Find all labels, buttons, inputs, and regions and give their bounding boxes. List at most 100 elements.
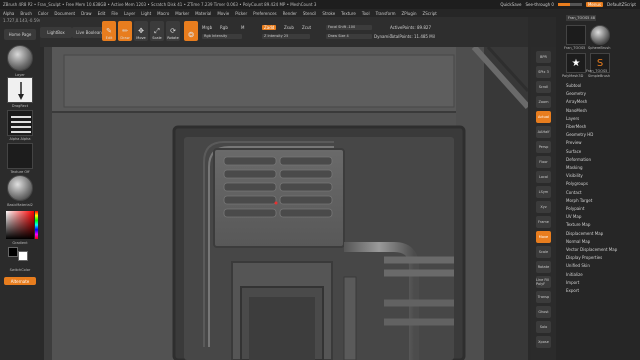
- primary-color-swatch[interactable]: [8, 247, 18, 257]
- view-tool-xpose[interactable]: Xpose: [536, 336, 551, 348]
- subpalette-surface[interactable]: Surface: [566, 149, 581, 154]
- seethrough-slider[interactable]: [557, 3, 582, 6]
- subpalette-subtool[interactable]: Subtool: [566, 83, 581, 88]
- subpalette-import[interactable]: Import: [566, 280, 579, 285]
- menu-color[interactable]: Color: [38, 11, 48, 16]
- menu-stencil[interactable]: Stencil: [303, 11, 317, 16]
- view-tool-scroll[interactable]: Scroll: [536, 81, 551, 93]
- view-tool-rotate[interactable]: Rotate: [536, 261, 551, 273]
- view-tool-local[interactable]: Local: [536, 171, 551, 183]
- menu-movie[interactable]: Movie: [217, 11, 229, 16]
- rgb-toggle[interactable]: Rgb: [220, 25, 228, 30]
- subpalette-unified-skin[interactable]: Unified Skin: [566, 263, 590, 268]
- menu-alpha[interactable]: Alpha: [3, 11, 14, 16]
- menu-material[interactable]: Material: [195, 11, 211, 16]
- subpalette-polygroups[interactable]: Polygroups: [566, 181, 588, 186]
- menu-transform[interactable]: Transform: [376, 11, 396, 16]
- menu-brush[interactable]: Brush: [20, 11, 32, 16]
- z-intensity-slider[interactable]: Z Intensity 25: [262, 34, 310, 39]
- texture-thumbnail[interactable]: [7, 143, 33, 169]
- quicksave-button[interactable]: QuickSave: [500, 2, 521, 7]
- menu-zplugin[interactable]: ZPlugin: [402, 11, 417, 16]
- draw-size-slider[interactable]: Draw Size 4: [326, 34, 372, 39]
- dynamic-toggle[interactable]: Dynamic: [374, 34, 392, 39]
- view-tool-frame[interactable]: Frame: [536, 216, 551, 228]
- subpalette-initialize[interactable]: Initialize: [566, 272, 583, 277]
- menu-light[interactable]: Light: [141, 11, 151, 16]
- gizmo-button[interactable]: ❂: [184, 21, 198, 41]
- view-tool-xyz[interactable]: Xyz: [536, 201, 551, 213]
- view-tool-actual[interactable]: Actual: [536, 111, 551, 123]
- subpalette-fibermesh[interactable]: FiberMesh: [566, 124, 586, 129]
- menu-edit[interactable]: Edit: [98, 11, 106, 16]
- switch-color-button[interactable]: SwitchColor: [2, 268, 38, 272]
- view-tool-move[interactable]: Move: [536, 231, 551, 243]
- subpalette-preview[interactable]: Preview: [566, 140, 582, 145]
- live-boolean-button[interactable]: Live Boolean: [72, 27, 106, 38]
- view-tool-scale[interactable]: Scale: [536, 246, 551, 258]
- view-tool-floor[interactable]: Floor: [536, 156, 551, 168]
- subpalette-visibility[interactable]: Visibility: [566, 173, 583, 178]
- zcut-toggle[interactable]: Zcut: [302, 25, 311, 30]
- subpalette-nanomesh[interactable]: NanoMesh: [566, 108, 587, 113]
- subpalette-geometry[interactable]: Geometry: [566, 91, 586, 96]
- home-page-button[interactable]: Home Page: [4, 29, 36, 40]
- subpalette-arraymesh[interactable]: ArrayMesh: [566, 99, 587, 104]
- current-tool-thumbnail[interactable]: [566, 25, 586, 45]
- subpalette-display-properties[interactable]: Display Properties: [566, 255, 602, 260]
- menu-picker[interactable]: Picker: [235, 11, 247, 16]
- tool-name-field[interactable]: Fran_TOOS5 48: [566, 15, 596, 21]
- default-zscript-button[interactable]: DefaultZScript: [607, 2, 636, 7]
- hue-slider[interactable]: [35, 211, 38, 239]
- alternate-button[interactable]: Alternate: [4, 277, 36, 285]
- menus-button[interactable]: Menus: [585, 2, 604, 7]
- subpalette-masking[interactable]: Masking: [566, 165, 583, 170]
- menu-macro[interactable]: Macro: [157, 11, 169, 16]
- brush-thumbnail[interactable]: [7, 45, 33, 71]
- alpha-thumbnail[interactable]: [7, 110, 33, 136]
- view-tool-bpr[interactable]: BPR: [536, 51, 551, 63]
- view-tool-line-fill-polyf[interactable]: Line Fill PolyF: [536, 276, 551, 288]
- scale-button[interactable]: ⤢ Scale: [150, 21, 164, 41]
- seethrough-slider-label[interactable]: See-through 0: [526, 2, 554, 7]
- view-tool-lsym[interactable]: LSym: [536, 186, 551, 198]
- stroke-thumbnail[interactable]: [7, 77, 33, 103]
- color-picker[interactable]: [6, 211, 34, 239]
- sphere-brush-thumbnail[interactable]: [590, 25, 610, 45]
- draw-button[interactable]: ✏ Draw: [118, 21, 132, 41]
- menu-zscript[interactable]: ZScript: [423, 11, 437, 16]
- view-tool-transp[interactable]: Transp: [536, 291, 551, 303]
- secondary-color-swatch[interactable]: [18, 251, 28, 261]
- subpalette-contact[interactable]: Contact: [566, 190, 582, 195]
- viewport-canvas[interactable]: [44, 47, 528, 360]
- subpalette-uv-map[interactable]: UV Map: [566, 214, 581, 219]
- m-toggle[interactable]: M: [241, 25, 244, 30]
- subpalette-texture-map[interactable]: Texture Map: [566, 222, 590, 227]
- subpalette-geometry-hd[interactable]: Geometry HD: [566, 132, 593, 137]
- subpalette-vector-displacement-map[interactable]: Vector Displacement Map: [566, 247, 617, 252]
- star-tool-thumbnail[interactable]: ★: [566, 53, 586, 73]
- focal-shift-slider[interactable]: Focal Shift -100: [326, 25, 372, 30]
- subpalette-morph-target[interactable]: Morph Target: [566, 198, 592, 203]
- menu-render[interactable]: Render: [283, 11, 297, 16]
- menu-texture[interactable]: Texture: [341, 11, 356, 16]
- zsub-toggle[interactable]: Zsub: [284, 25, 294, 30]
- subpalette-layers[interactable]: Layers: [566, 116, 579, 121]
- menu-preferences[interactable]: Preferences: [253, 11, 277, 16]
- menu-tool[interactable]: Tool: [362, 11, 370, 16]
- zadd-toggle[interactable]: Zadd: [262, 25, 277, 30]
- menu-document[interactable]: Document: [54, 11, 75, 16]
- subpalette-polypaint[interactable]: Polypaint: [566, 206, 584, 211]
- menu-file[interactable]: File: [111, 11, 118, 16]
- subpalette-deformation[interactable]: Deformation: [566, 157, 591, 162]
- view-tool-spix-3[interactable]: SPix 3: [536, 66, 551, 78]
- view-tool-ghost[interactable]: Ghost: [536, 306, 551, 318]
- view-tool-persp[interactable]: Persp: [536, 141, 551, 153]
- menu-marker[interactable]: Marker: [175, 11, 189, 16]
- subpalette-export[interactable]: Export: [566, 288, 579, 293]
- view-tool-solo[interactable]: Solo: [536, 321, 551, 333]
- view-tool-zoom[interactable]: Zoom: [536, 96, 551, 108]
- edit-button[interactable]: ✎ Edit: [102, 21, 116, 41]
- move-button[interactable]: ✥ Move: [134, 21, 148, 41]
- menu-layer[interactable]: Layer: [124, 11, 135, 16]
